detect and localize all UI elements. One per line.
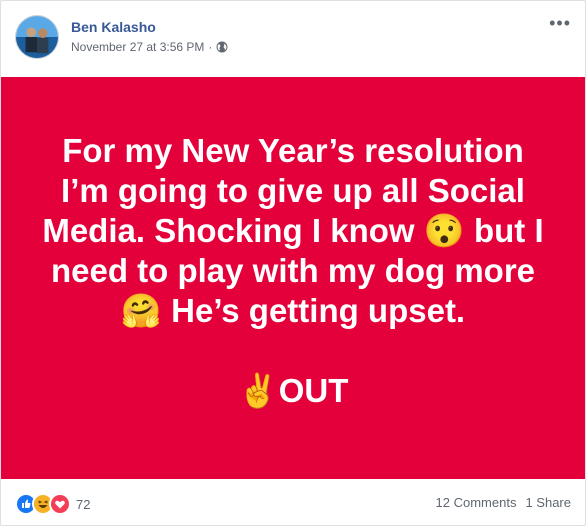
reaction-count[interactable]: 72 xyxy=(76,497,90,512)
avatar-image xyxy=(16,16,58,58)
love-reaction-icon xyxy=(49,493,71,515)
reactions-summary[interactable]: 72 xyxy=(15,493,90,515)
post-timestamp[interactable]: November 27 at 3:56 PM xyxy=(71,40,204,54)
post-meta: November 27 at 3:56 PM · xyxy=(71,40,228,54)
more-options-icon[interactable]: ••• xyxy=(549,14,571,32)
post-card: Ben Kalasho November 27 at 3:56 PM · •••… xyxy=(0,0,586,526)
avatar[interactable] xyxy=(15,15,59,59)
shares-link[interactable]: 1 Share xyxy=(525,495,571,510)
post-background: For my New Year’s resolution I’m going t… xyxy=(1,77,585,479)
comments-link[interactable]: 12 Comments xyxy=(436,495,517,510)
post-text: For my New Year’s resolution I’m going t… xyxy=(42,132,544,409)
meta-separator: · xyxy=(208,40,213,54)
engagement-counts: 12 Comments 1 Share xyxy=(436,495,571,510)
post-header: Ben Kalasho November 27 at 3:56 PM · ••• xyxy=(1,1,585,77)
post-footer: 72 12 Comments 1 Share xyxy=(1,479,585,525)
globe-icon[interactable] xyxy=(216,41,228,53)
author-name[interactable]: Ben Kalasho xyxy=(71,19,156,35)
